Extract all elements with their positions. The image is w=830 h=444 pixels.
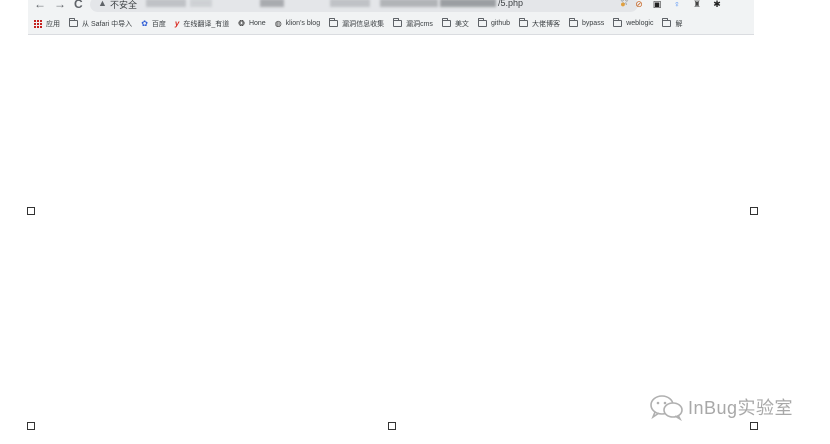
bookmark-hone[interactable]: ❂ Hone [238, 18, 265, 30]
folder-icon [662, 18, 672, 27]
pin-icon[interactable]: ♀ [672, 0, 682, 9]
address-bar[interactable]: ▲ 不安全 /5.php ☆ [90, 0, 638, 12]
bookmark-meiwen[interactable]: 美文 [441, 18, 469, 30]
folder-icon [441, 18, 451, 27]
bookmarks-bar: 应用 从 Safari 中导入 ✿ 百度 y 在线翻译_有道 ❂ Hone ◍ … [28, 15, 754, 32]
bookmark-apps[interactable]: 应用 [34, 18, 60, 30]
resize-handle-middle-right[interactable] [750, 207, 758, 215]
browser-toolbar: ← → C ▲ 不安全 /5.php ☆ ● ⊘ ▣ ♀ ♜ ✱ [28, 0, 754, 13]
security-label: 不安全 [110, 0, 138, 10]
bookmark-label: 百度 [151, 20, 166, 28]
bookmark-label: weblogic [626, 20, 654, 27]
bookmark-label: 从 Safari 中导入 [82, 20, 133, 28]
youdao-icon: y [174, 18, 180, 28]
bookmark-vuln-cms[interactable]: 漏洞cms [393, 18, 433, 30]
redacted-url-block [190, 0, 212, 7]
watermark: InBug实验室 [648, 393, 793, 421]
bookmark-bypass[interactable]: bypass [569, 18, 604, 30]
folder-icon [477, 18, 487, 27]
bookmark-label: 应用 [46, 20, 60, 28]
redacted-url-block [380, 0, 438, 7]
wechat-logo-icon [650, 395, 683, 421]
folder-icon [69, 18, 78, 27]
baidu-icon: ✿ [141, 18, 148, 28]
folder-icon [613, 18, 623, 27]
redacted-url-block [440, 0, 496, 7]
bookmark-klion-blog[interactable]: ◍ klion's blog [275, 18, 320, 30]
bookmark-safari-import[interactable]: 从 Safari 中导入 [69, 18, 132, 30]
resize-handle-bottom-center[interactable] [388, 422, 396, 430]
bookmark-weblogic[interactable]: weblogic [613, 18, 653, 30]
bookmark-youdao[interactable]: y 在线翻译_有道 [175, 18, 229, 30]
redacted-url-block [260, 0, 284, 7]
warning-triangle-icon: ▲ [98, 0, 107, 8]
bookmark-vuln-info[interactable]: 漏洞信息收集 [329, 18, 384, 30]
hone-icon: ❂ [238, 18, 245, 28]
bookmark-label: 在线翻译_有道 [183, 20, 230, 28]
folder-icon [329, 18, 339, 27]
resize-handle-bottom-right[interactable] [750, 422, 758, 430]
bookmark-jie[interactable]: 解 [662, 18, 682, 30]
bookmark-baidu[interactable]: ✿ 百度 [141, 18, 166, 30]
bookmark-label: bypass [582, 20, 605, 27]
bookmark-label: github [490, 20, 511, 27]
bookmark-dalao-blog[interactable]: 大佬博客 [519, 18, 560, 30]
folder-icon [393, 18, 403, 27]
reload-button[interactable]: C [74, 0, 83, 11]
figure-icon[interactable]: ♜ [692, 0, 702, 9]
bookmark-label: 美文 [454, 20, 469, 28]
resize-handle-middle-left[interactable] [27, 207, 35, 215]
bookmark-label: 漏洞信息收集 [342, 20, 385, 28]
url-text: /5.php [498, 0, 524, 8]
bookmark-label: 漏洞cms [406, 20, 433, 28]
apps-grid-icon [34, 19, 42, 28]
browser-chrome: ← → C ▲ 不安全 /5.php ☆ ● ⊘ ▣ ♀ ♜ ✱ 应用 从 Sa… [28, 0, 754, 34]
folder-icon [569, 18, 579, 27]
toolbar-divider [28, 34, 754, 35]
resize-handle-bottom-left[interactable] [27, 422, 35, 430]
block-icon[interactable]: ⊘ [634, 0, 644, 9]
redacted-url-block [146, 0, 186, 7]
bookmark-label: 解 [675, 20, 683, 28]
bookmark-label: Hone [248, 20, 266, 27]
globe-icon: ◍ [274, 18, 282, 28]
h-icon[interactable]: ▣ [652, 0, 662, 9]
watermark-text: InBug实验室 [688, 398, 794, 418]
forward-button[interactable]: → [54, 0, 66, 11]
puzzle-icon[interactable]: ✱ [712, 0, 722, 9]
redacted-url-block [330, 0, 370, 7]
cookie-icon[interactable]: ● [618, 0, 628, 9]
page: ← → C ▲ 不安全 /5.php ☆ ● ⊘ ▣ ♀ ♜ ✱ 应用 从 Sa… [0, 0, 830, 444]
bookmark-label: 大佬博客 [532, 20, 561, 28]
back-button[interactable]: ← [34, 0, 46, 11]
bookmark-github[interactable]: github [477, 18, 511, 30]
bookmark-label: klion's blog [285, 20, 321, 27]
folder-icon [519, 18, 529, 27]
